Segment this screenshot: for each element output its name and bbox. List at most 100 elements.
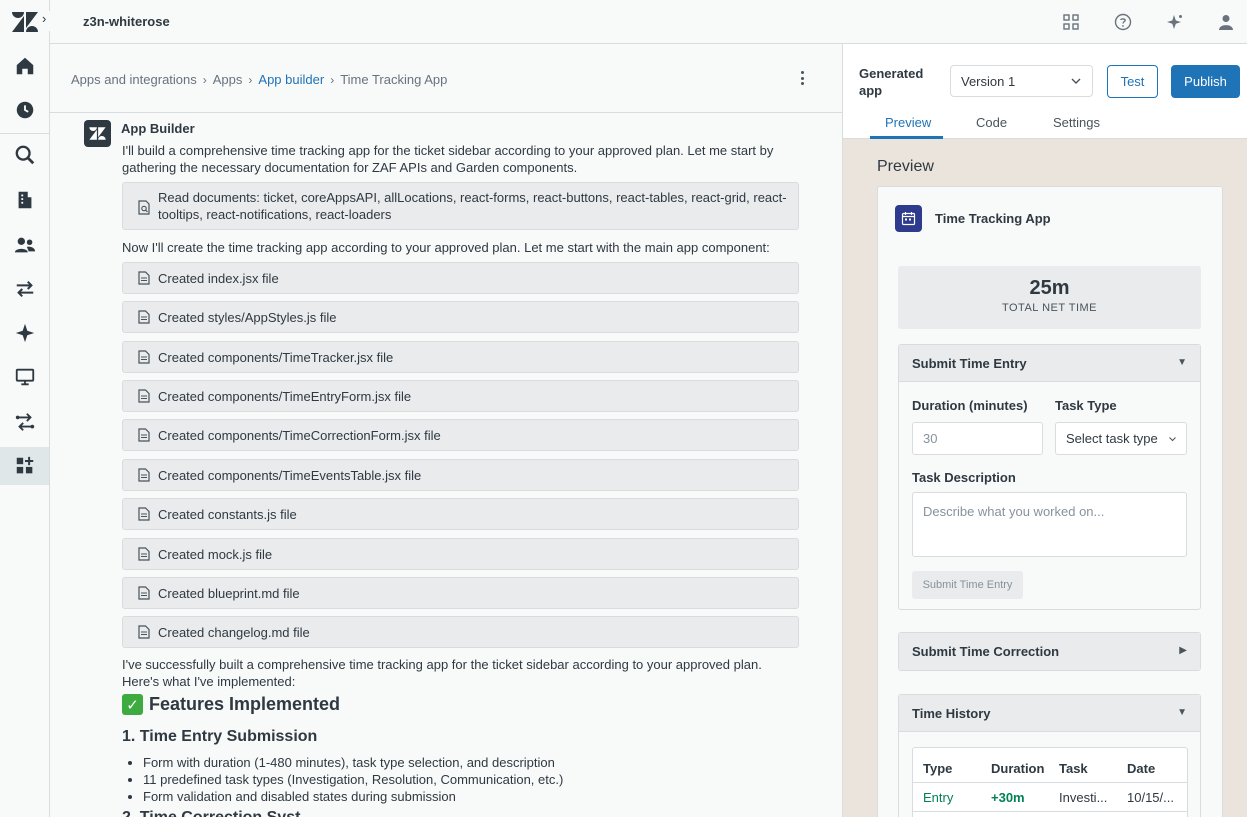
users-icon — [14, 237, 35, 253]
organizations-nav-item[interactable] — [0, 181, 49, 219]
breadcrumb-bar: Apps and integrations › Apps › App build… — [50, 44, 842, 113]
tab-settings[interactable]: Settings — [1053, 115, 1100, 130]
search-icon — [15, 145, 34, 165]
read-documents-item[interactable]: Read documents: ticket, coreAppsAPI, all… — [122, 182, 799, 230]
created-file-item[interactable]: Created styles/AppStyles.js file — [122, 301, 799, 333]
check-mark-icon: ✓ — [122, 694, 143, 715]
zendesk-logo-icon[interactable] — [12, 10, 38, 34]
document-search-icon — [138, 200, 150, 215]
section-title: Submit Time Correction — [912, 644, 1060, 659]
publish-button[interactable]: Publish — [1171, 65, 1240, 98]
recent-nav-item[interactable] — [0, 91, 49, 129]
tab-preview[interactable]: Preview — [885, 115, 931, 130]
tab-code[interactable]: Code — [976, 115, 1007, 130]
created-file-item[interactable]: Created changelog.md file — [122, 616, 799, 648]
created-file-text: Created components/TimeEventsTable.jsx f… — [158, 468, 422, 483]
sparkle-icon — [1167, 15, 1182, 29]
created-file-item[interactable]: Created components/TimeEntryForm.jsx fil… — [122, 380, 799, 412]
breadcrumb: Apps and integrations › Apps › App build… — [71, 72, 447, 87]
created-file-item[interactable]: Created components/TimeTracker.jsx file — [122, 341, 799, 373]
document-icon — [138, 468, 150, 482]
routing-nav-item[interactable] — [0, 403, 49, 441]
task-description-label: Task Description — [912, 470, 1016, 485]
created-file-item[interactable]: Created components/TimeCorrectionForm.js… — [122, 419, 799, 451]
search-nav-item[interactable] — [0, 136, 49, 174]
preview-title: Preview — [877, 158, 934, 175]
duration-placeholder: 30 — [923, 431, 938, 446]
chevron-down-icon — [1161, 433, 1177, 445]
document-icon — [138, 271, 150, 285]
time-history-header[interactable]: Time History ▼ — [899, 695, 1200, 732]
chevron-right-icon: › — [202, 72, 207, 87]
help-icon — [1114, 13, 1132, 31]
created-file-item[interactable]: Created index.jsx file — [122, 262, 799, 294]
row-date: 10/15/... — [1127, 790, 1174, 805]
product-tray-button[interactable] — [1061, 12, 1081, 32]
app-preview-card: Time Tracking App 25m TOTAL NET TIME Sub… — [877, 186, 1223, 817]
breadcrumb-apps-integrations[interactable]: Apps and integrations — [71, 72, 197, 87]
customers-nav-item[interactable] — [0, 226, 49, 264]
column-header-date: Date — [1127, 761, 1156, 776]
zendesk-logo-icon — [89, 127, 106, 140]
apps-add-icon — [16, 456, 33, 474]
help-button[interactable] — [1113, 12, 1133, 32]
ai-assistant-button[interactable] — [1165, 12, 1185, 32]
ai-nav-item[interactable] — [0, 314, 49, 352]
test-button[interactable]: Test — [1107, 65, 1158, 98]
clock-icon — [16, 101, 33, 119]
breadcrumb-app-builder[interactable]: App builder — [258, 72, 324, 87]
document-icon — [138, 350, 150, 364]
bot-name: App Builder — [121, 121, 195, 136]
triangle-right-icon: ▶ — [1179, 645, 1187, 656]
created-file-item[interactable]: Created components/TimeEventsTable.jsx f… — [122, 459, 799, 491]
version-value: Version 1 — [961, 74, 1016, 89]
top-header: z3n-whiterose — [50, 0, 1247, 44]
description-placeholder: Describe what you worked on... — [923, 504, 1105, 519]
column-header-duration: Duration — [991, 761, 1045, 776]
task-description-textarea[interactable]: Describe what you worked on... — [912, 492, 1187, 557]
chevron-down-icon — [1071, 78, 1081, 84]
created-file-item[interactable]: Created blueprint.md file — [122, 577, 799, 609]
user-menu-button[interactable] — [1216, 12, 1236, 32]
apps-nav-item[interactable] — [0, 447, 49, 485]
features-heading-text: Features Implemented — [149, 694, 341, 714]
task-type-label: Task Type — [1055, 398, 1117, 413]
app-icon — [895, 205, 922, 232]
time-correction-heading: 2. Time Correction Syst... — [122, 809, 314, 817]
section-title: Submit Time Entry — [912, 356, 1027, 371]
time-history-table: Type Duration Task Date Entry +30m Inves… — [912, 747, 1188, 817]
chevron-right-icon: › — [248, 72, 253, 87]
home-nav-item[interactable] — [0, 47, 49, 85]
created-file-text: Created components/TimeEntryForm.jsx fil… — [158, 389, 412, 404]
duration-label: Duration (minutes) — [912, 398, 1028, 413]
submit-time-entry-header[interactable]: Submit Time Entry ▼ — [899, 345, 1200, 382]
building-icon — [18, 191, 31, 209]
created-file-item[interactable]: Created mock.js file — [122, 538, 799, 570]
created-file-item[interactable]: Created constants.js file — [122, 498, 799, 530]
task-type-select[interactable]: Select task type — [1055, 422, 1187, 455]
duration-input[interactable]: 30 — [912, 422, 1043, 455]
column-header-task: Task — [1059, 761, 1088, 776]
monitor-icon — [15, 368, 34, 386]
submit-time-correction-header[interactable]: Submit Time Correction ▶ — [899, 633, 1200, 670]
row-type: Entry — [923, 790, 954, 805]
document-icon — [138, 507, 150, 521]
breadcrumb-apps[interactable]: Apps — [213, 72, 243, 87]
time-history-section: Time History ▼ Type Duration Task Date E… — [898, 694, 1201, 817]
chevron-right-icon: › — [330, 72, 335, 87]
more-options-button[interactable] — [795, 68, 809, 88]
document-icon — [138, 625, 150, 639]
created-file-text: Created blueprint.md file — [158, 586, 300, 601]
row-task: Investi... — [1059, 790, 1108, 805]
submit-time-entry-button[interactable]: Submit Time Entry — [912, 571, 1023, 599]
workflows-nav-item[interactable] — [0, 270, 49, 308]
panel-tabs: Preview Code Settings — [843, 105, 1247, 139]
generated-app-panel: Generated app Version 1 Test Publish Pre… — [842, 44, 1247, 817]
create-intro-text: Now I'll create the time tracking app ac… — [122, 240, 770, 255]
list-item: 11 predefined task types (Investigation,… — [143, 771, 563, 788]
workspaces-nav-item[interactable] — [0, 358, 49, 396]
generated-app-label: Generated app — [859, 66, 924, 98]
version-select[interactable]: Version 1 — [950, 65, 1093, 97]
column-header-type: Type — [923, 761, 953, 776]
read-documents-text: Read documents: ticket, coreAppsAPI, all… — [158, 190, 787, 222]
